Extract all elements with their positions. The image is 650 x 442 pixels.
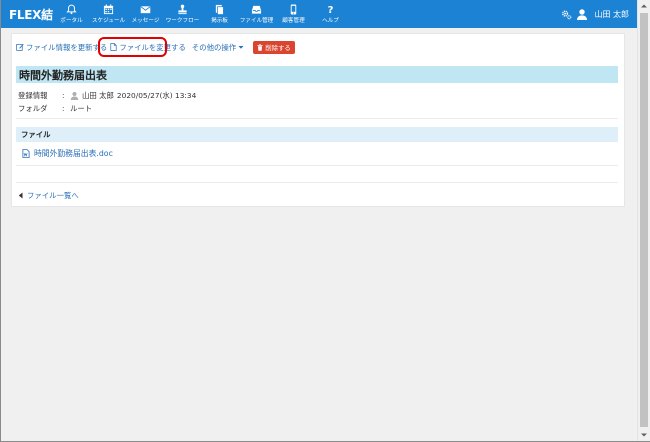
file-name-link[interactable]: 時間外勤務届出表.doc xyxy=(34,148,113,159)
user-name: 山田 太郎 xyxy=(594,9,629,19)
change-file-label: ファイルを変更する xyxy=(119,42,186,52)
update-file-info-label: ファイル情報を更新する xyxy=(26,42,108,52)
main-nav: ポータル スケジュール メッセージ ワークフロー 掲示板 ファイル管理 顧客管理… xyxy=(53,0,349,28)
delete-label: 削除する xyxy=(265,43,291,52)
nav-label: 掲示板 xyxy=(211,18,228,24)
file-icon xyxy=(110,43,117,51)
nav-label: ヘルプ xyxy=(322,18,339,24)
folder-value: ルート xyxy=(70,104,93,113)
file-section: ファイル 時間外勤務届出表.doc xyxy=(16,127,618,166)
folder-info-row: フォルダ : ルート xyxy=(18,103,92,114)
calendar-icon xyxy=(103,4,114,15)
nav-label: ファイル管理 xyxy=(239,18,274,24)
vertical-scrollbar[interactable] xyxy=(637,0,650,441)
registration-info-row: 登録情報 : 山田 太郎 2020/05/27(水) 13:34 xyxy=(18,90,196,101)
edit-icon xyxy=(16,43,24,51)
action-toolbar: ファイル情報を更新する ファイルを変更する その他の操作 削除する xyxy=(16,37,295,57)
word-document-icon xyxy=(22,149,30,158)
document-title-bar: 時間外勤務届出表 xyxy=(16,66,618,83)
folder-label: フォルダ xyxy=(18,104,48,113)
nav-file-management[interactable]: ファイル管理 xyxy=(238,0,275,28)
brand-logo[interactable]: FLEX結 xyxy=(9,6,53,23)
question-icon: ? xyxy=(328,5,334,15)
section-divider xyxy=(16,118,618,119)
window-border-left xyxy=(0,0,1,442)
user-avatar-icon xyxy=(577,9,588,20)
registration-datetime: 2020/05/27(水) 13:34 xyxy=(116,91,197,100)
file-list-item[interactable]: 時間外勤務届出表.doc xyxy=(22,148,113,159)
trash-icon xyxy=(257,43,263,51)
caret-down-icon xyxy=(238,46,244,49)
info-colon: : xyxy=(62,91,65,100)
top-navigation-bar: FLEX結 ポータル スケジュール メッセージ ワークフロー 掲示板 ファイル管… xyxy=(1,0,637,28)
svg-text:?: ? xyxy=(328,5,334,15)
change-file-link[interactable]: ファイルを変更する xyxy=(110,42,186,53)
scrollbar-thumb[interactable] xyxy=(640,13,648,427)
bell-icon xyxy=(66,4,77,15)
user-menu[interactable]: 山田 太郎 xyxy=(561,8,629,20)
nav-customer-management[interactable]: 顧客管理 xyxy=(275,0,312,28)
update-file-info-link[interactable]: ファイル情報を更新する xyxy=(16,42,107,53)
scroll-down-arrow-icon[interactable] xyxy=(638,429,650,441)
nav-message[interactable]: メッセージ xyxy=(127,0,164,28)
document-title: 時間外勤務届出表 xyxy=(19,69,107,82)
nav-bulletin[interactable]: 掲示板 xyxy=(201,0,238,28)
stamp-icon xyxy=(178,4,187,15)
info-colon: : xyxy=(62,104,65,113)
nav-workflow[interactable]: ワークフロー xyxy=(164,0,201,28)
nav-portal[interactable]: ポータル xyxy=(53,0,90,28)
nav-label: ワークフロー xyxy=(165,18,200,24)
registration-value: 山田 太郎 2020/05/27(水) 13:34 xyxy=(70,90,196,101)
nav-label: 顧客管理 xyxy=(282,18,305,24)
caret-left-icon xyxy=(18,192,23,199)
nav-label: スケジュール xyxy=(91,18,126,24)
clipboard-icon xyxy=(215,4,224,15)
nav-label: メッセージ xyxy=(131,18,160,24)
nav-help[interactable]: ? ヘルプ xyxy=(312,0,349,28)
delete-button[interactable]: 削除する xyxy=(253,40,295,54)
scroll-up-arrow-icon[interactable] xyxy=(638,0,650,12)
other-actions-label: その他の操作 xyxy=(191,42,237,52)
user-avatar-icon xyxy=(70,91,79,100)
file-section-header: ファイル xyxy=(16,127,618,142)
file-detail-panel: ファイル情報を更新する ファイルを変更する その他の操作 削除する 時間外勤務届… xyxy=(11,33,625,207)
back-to-file-list-link[interactable]: ファイル一覧へ xyxy=(18,190,79,201)
nav-label: ポータル xyxy=(60,18,83,24)
registration-user: 山田 太郎 xyxy=(82,91,114,100)
nav-schedule[interactable]: スケジュール xyxy=(90,0,127,28)
envelope-icon xyxy=(140,6,151,14)
phone-icon xyxy=(290,4,297,15)
other-actions-dropdown[interactable]: その他の操作 xyxy=(192,42,246,53)
back-link-label: ファイル一覧へ xyxy=(27,191,79,200)
inbox-icon xyxy=(251,5,262,14)
section-divider xyxy=(16,182,618,183)
registration-label: 登録情報 xyxy=(18,91,48,100)
settings-icon[interactable] xyxy=(561,9,572,20)
